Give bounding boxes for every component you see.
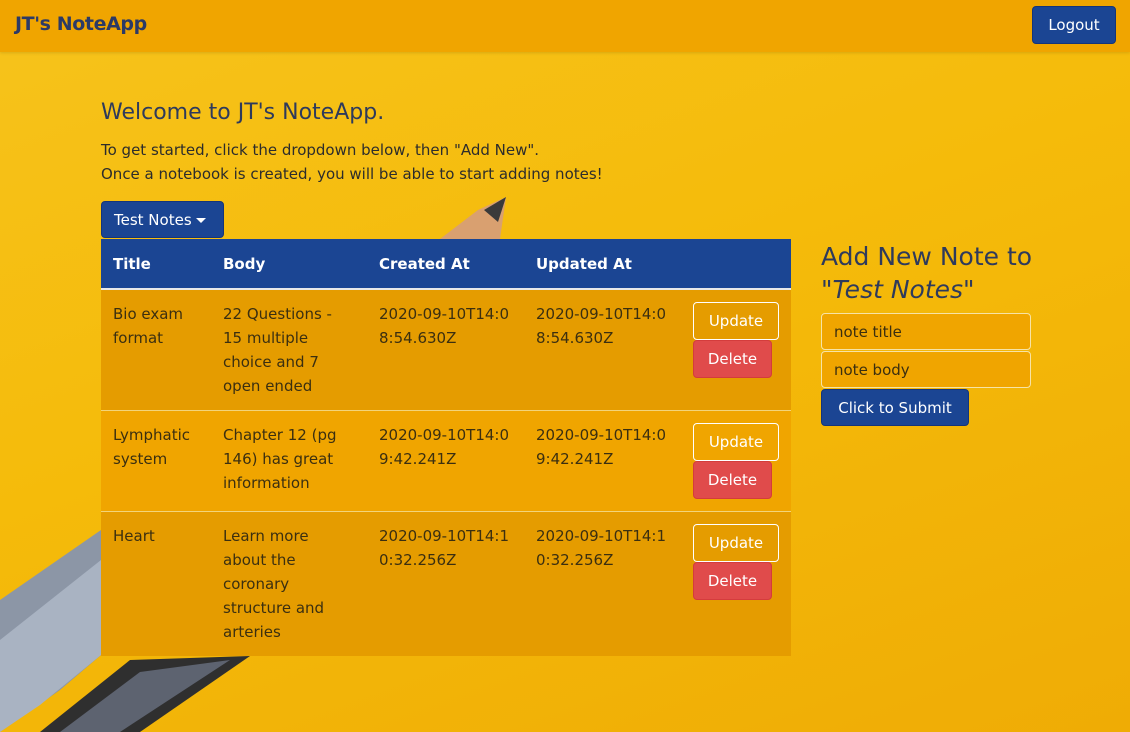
note-updated-cell: 2020-09-10T14:10:32.256Z	[524, 511, 681, 656]
table-row: Bio exam format 22 Questions - 15 multip…	[101, 288, 791, 411]
column-header-updated: Updated At	[524, 239, 681, 290]
caret-down-icon	[195, 217, 206, 223]
note-title-cell: Heart	[101, 511, 211, 656]
add-note-notebook-name: "Test Notes"	[821, 275, 975, 304]
note-updated-cell: 2020-09-10T14:09:42.241Z	[524, 410, 681, 512]
add-note-heading-prefix: Add New Note to	[821, 242, 1033, 271]
column-header-body: Body	[211, 239, 367, 290]
intro-text: To get started, click the dropdown below…	[101, 138, 603, 186]
column-header-title: Title	[101, 239, 211, 290]
delete-note-button[interactable]: Delete	[693, 340, 772, 378]
note-actions-cell: Update Delete	[681, 511, 791, 656]
note-body-cell: 22 Questions - 15 multiple choice and 7 …	[211, 288, 367, 411]
note-body-cell: Chapter 12 (pg 146) has great informatio…	[211, 410, 367, 512]
notebook-dropdown-button[interactable]: Test Notes	[101, 201, 224, 238]
notes-table: Title Body Created At Updated At Bio exa…	[101, 239, 791, 656]
submit-note-button[interactable]: Click to Submit	[821, 389, 969, 426]
note-updated-cell: 2020-09-10T14:08:54.630Z	[524, 288, 681, 411]
note-created-cell: 2020-09-10T14:09:42.241Z	[367, 410, 524, 512]
update-note-button[interactable]: Update	[693, 423, 779, 461]
notebook-dropdown-label: Test Notes	[114, 210, 192, 229]
update-note-button[interactable]: Update	[693, 302, 779, 340]
app-brand[interactable]: JT's NoteApp	[15, 13, 147, 35]
intro-line-2: Once a notebook is created, you will be …	[101, 165, 603, 183]
update-note-button[interactable]: Update	[693, 524, 779, 562]
note-actions-cell: Update Delete	[681, 288, 791, 411]
column-header-actions	[681, 239, 791, 290]
logout-button[interactable]: Logout	[1032, 6, 1116, 44]
add-note-heading: Add New Note to "Test Notes"	[821, 240, 1061, 306]
delete-note-button[interactable]: Delete	[693, 562, 772, 600]
note-title-cell: Bio exam format	[101, 288, 211, 411]
note-created-cell: 2020-09-10T14:08:54.630Z	[367, 288, 524, 411]
column-header-created: Created At	[367, 239, 524, 290]
table-header-row: Title Body Created At Updated At	[101, 239, 791, 290]
note-title-input[interactable]	[821, 313, 1031, 350]
welcome-heading: Welcome to JT's NoteApp.	[101, 100, 385, 125]
note-title-cell: Lymphatic system	[101, 410, 211, 512]
top-navbar: JT's NoteApp Logout	[0, 0, 1130, 52]
table-row: Lymphatic system Chapter 12 (pg 146) has…	[101, 410, 791, 512]
main-content: Welcome to JT's NoteApp. To get started,…	[0, 0, 1130, 732]
note-body-input[interactable]	[821, 351, 1031, 388]
delete-note-button[interactable]: Delete	[693, 461, 772, 499]
note-actions-cell: Update Delete	[681, 410, 791, 512]
intro-line-1: To get started, click the dropdown below…	[101, 141, 540, 159]
note-body-cell: Learn more about the coronary structure …	[211, 511, 367, 656]
table-row: Heart Learn more about the coronary stru…	[101, 511, 791, 656]
note-created-cell: 2020-09-10T14:10:32.256Z	[367, 511, 524, 656]
